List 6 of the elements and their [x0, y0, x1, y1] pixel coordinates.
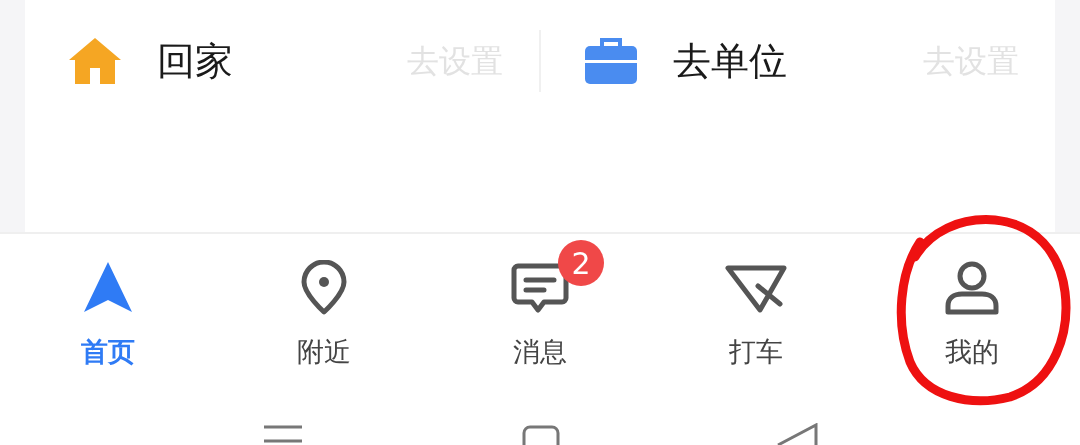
- shortcut-label[interactable]: 去单位: [673, 32, 787, 90]
- notification-badge: 2: [558, 240, 604, 286]
- house-icon: [67, 36, 123, 86]
- menu-icon[interactable]: [264, 425, 302, 445]
- shortcut-label[interactable]: 回家: [157, 32, 233, 90]
- briefcase-icon: [583, 36, 639, 86]
